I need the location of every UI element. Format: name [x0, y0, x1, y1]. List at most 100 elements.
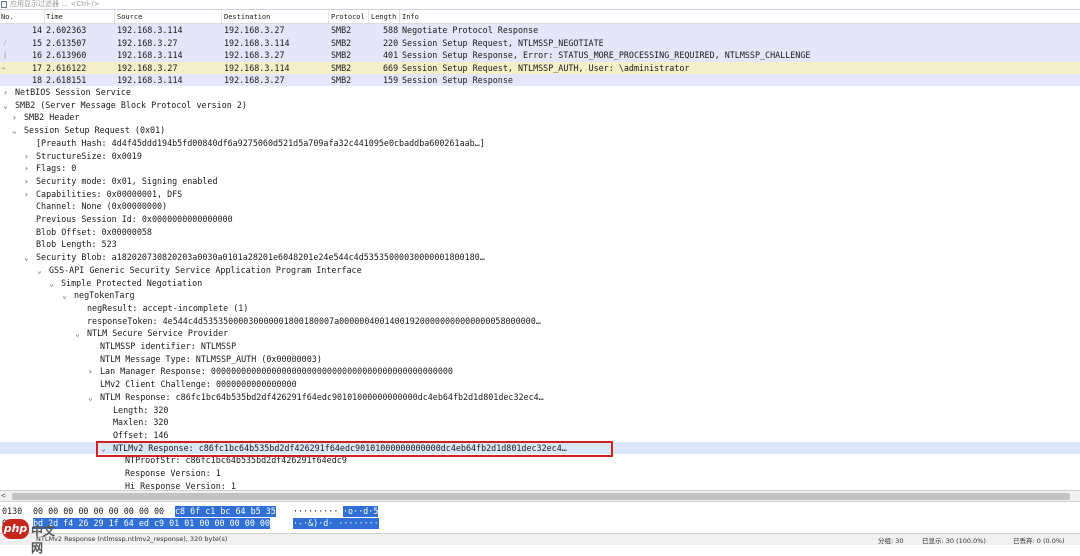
- expander-icon[interactable]: ⌄: [49, 278, 61, 291]
- tree-item[interactable]: Maxlen: 320: [101, 416, 168, 429]
- packet-time: 2.616122: [46, 62, 87, 73]
- scroll-left-icon[interactable]: <: [1, 491, 6, 501]
- ascii-bytes-highlighted[interactable]: ·-·&)·d· ········: [293, 518, 379, 529]
- tree-item[interactable]: NTLM Message Type: NTLMSSP_AUTH (0x00000…: [88, 353, 322, 366]
- tree-item[interactable]: ⌄ negTokenTarg: [62, 289, 135, 302]
- display-filter-bar[interactable]: 应用显示过滤器 … <Ctrl-/>: [0, 0, 1080, 10]
- tree-item[interactable]: ⌄ Simple Protected Negotiation: [49, 277, 202, 290]
- tree-item[interactable]: negResult: accept-incomplete (1): [75, 302, 248, 315]
- tree-item-label: StructureSize: 0x0019: [36, 150, 142, 161]
- packet-info: Session Setup Request, NTLMSSP_NEGOTIATE: [402, 37, 604, 48]
- tree-item-label: negResult: accept-incomplete (1): [87, 302, 249, 313]
- bookmark-filter-icon[interactable]: [1, 1, 7, 8]
- tree-item[interactable]: ⌄ NTLM Response: c86fc1bc64b535bd2df42629…: [88, 391, 544, 404]
- tree-item[interactable]: ⌄ NTLM Secure Service Provider: [75, 327, 228, 340]
- expander-icon[interactable]: ⌄: [75, 328, 87, 341]
- packet-no: 17: [32, 62, 43, 73]
- tree-item[interactable]: › SMB2 Header: [12, 111, 79, 124]
- details-horizontal-scrollbar[interactable]: <: [0, 490, 1080, 502]
- tree-item[interactable]: Length: 320: [101, 404, 168, 417]
- scrollbar-thumb[interactable]: [12, 493, 1070, 500]
- packet-no: 16: [32, 50, 43, 61]
- packet-source: 192.168.3.114: [117, 25, 183, 35]
- tree-item[interactable]: ⌄ Session Setup Request (0x01): [12, 124, 165, 137]
- tree-item[interactable]: Previous Session Id: 0x0000000000000000: [24, 213, 233, 226]
- tree-item-label: NTLM Response: c86fc1bc64b535bd2df426291…: [100, 391, 544, 402]
- packet-no: 15: [32, 37, 43, 48]
- tree-item[interactable]: › Lan Manager Response: 00000000000000000…: [88, 365, 453, 378]
- tree-item[interactable]: ⌄ Security Blob: a182020730820203a0030a01…: [24, 251, 485, 264]
- column-header-no[interactable]: No.: [1, 13, 14, 21]
- column-header-protocol[interactable]: Protocol: [331, 13, 365, 21]
- tree-item-label: Simple Protected Negotiation: [61, 277, 203, 288]
- packet-protocol: SMB2: [331, 50, 352, 61]
- packet-list-pane[interactable]: No. Time Source Destination Protocol Len…: [0, 10, 1080, 87]
- ascii-bytes[interactable]: ·········: [293, 506, 338, 517]
- tree-item-label: negTokenTarg: [74, 290, 135, 301]
- tree-item[interactable]: ⌄ GSS-API Generic Security Service Applic…: [37, 264, 362, 277]
- tree-item-label: responseToken: 4e544c4d53535000030000001…: [87, 315, 541, 326]
- status-packet-count: 分组: 30: [878, 537, 904, 545]
- expander-icon[interactable]: ⌄: [12, 125, 24, 138]
- packet-row-selected[interactable]: → 17 2.616122 192.168.3.27 192.168.3.114…: [0, 61, 1080, 75]
- packet-destination: 192.168.3.27: [224, 25, 285, 35]
- expander-icon[interactable]: ⌄: [88, 392, 100, 405]
- php-logo: php: [2, 519, 29, 539]
- tree-item[interactable]: ⌄ SMB2 (Server Message Block Protocol ver…: [3, 99, 247, 112]
- column-header-info[interactable]: Info: [402, 13, 419, 21]
- tree-item[interactable]: › NetBIOS Session Service: [3, 86, 131, 99]
- packet-length: 401: [383, 50, 399, 61]
- tree-item[interactable]: [Preauth Hash: 4d4f45ddd194b5fd00840df6a…: [24, 137, 485, 150]
- packet-row[interactable]: 14 2.602363 192.168.3.114 192.168.3.27 S…: [0, 24, 1080, 37]
- hex-bytes[interactable]: 00 00 00 00 00 00 00 00 00: [33, 506, 164, 517]
- expander-icon[interactable]: ⌄: [62, 290, 74, 303]
- related-packet-icon: ⁄: [3, 38, 8, 47]
- hex-bytes-highlighted[interactable]: bd 2d f4 26 29 1f 64 ed c9 01 01 00 00 0…: [33, 518, 270, 529]
- packet-info: Session Setup Request, NTLMSSP_AUTH, Use…: [402, 62, 690, 73]
- ascii-bytes-highlighted[interactable]: ·o··d·5: [343, 506, 379, 517]
- tree-item[interactable]: Offset: 146: [101, 429, 168, 442]
- tree-item-label: Offset: 146: [113, 429, 169, 440]
- display-filter-input[interactable]: 应用显示过滤器 … <Ctrl-/>: [10, 0, 100, 9]
- tree-item[interactable]: NTLMSSP identifier: NTLMSSP: [88, 340, 236, 353]
- tree-item-label: Response Version: 1: [125, 468, 221, 478]
- packet-row[interactable]: ⁄ 15 2.613507 192.168.3.27 192.168.3.114…: [0, 36, 1080, 50]
- current-packet-arrow-icon: →: [1, 63, 6, 72]
- packet-length: 588: [383, 25, 399, 35]
- tree-item[interactable]: › Security mode: 0x01, Signing enabled: [24, 175, 218, 188]
- packet-details-pane[interactable]: › NetBIOS Session Service ⌄ SMB2 (Server M…: [0, 86, 1080, 490]
- tree-item[interactable]: Blob Length: 523: [24, 238, 117, 251]
- packet-protocol: SMB2: [331, 25, 352, 35]
- tree-item[interactable]: › StructureSize: 0x0019: [24, 150, 142, 163]
- tree-item-label: LMv2 Client Challenge: 0000000000000000: [100, 379, 297, 390]
- column-header-length[interactable]: Length: [371, 13, 396, 21]
- tree-item-label: Maxlen: 320: [113, 417, 169, 428]
- packet-row[interactable]: | 16 2.613960 192.168.3.114 192.168.3.27…: [0, 49, 1080, 62]
- tree-item[interactable]: LMv2 Client Challenge: 0000000000000000: [88, 378, 297, 391]
- tree-item-label: Blob Length: 523: [36, 239, 117, 250]
- tree-item[interactable]: Blob Offset: 0x00000058: [24, 226, 152, 239]
- packet-list-header: No. Time Source Destination Protocol Len…: [0, 10, 1080, 24]
- status-field-info: NTLMv2 Response (ntlmssp.ntlmv2_response…: [36, 535, 228, 543]
- tree-item-label: NetBIOS Session Service: [15, 87, 131, 97]
- packet-length: 669: [383, 62, 399, 73]
- packet-time: 2.602363: [46, 25, 87, 35]
- column-header-source[interactable]: Source: [117, 13, 142, 21]
- expander-icon[interactable]: ⌄: [37, 265, 49, 278]
- tree-item[interactable]: › Capabilities: 0x00000001, DFS: [24, 188, 182, 201]
- column-header-time[interactable]: Time: [46, 13, 63, 21]
- related-packet-icon: |: [3, 51, 8, 60]
- tree-item[interactable]: › Flags: 0: [24, 162, 76, 175]
- tree-item[interactable]: Response Version: 1: [113, 467, 221, 480]
- tree-item[interactable]: Hi Response Version: 1: [113, 480, 236, 490]
- tree-item[interactable]: Channel: None (0x00000000): [24, 200, 167, 213]
- tree-item-label: Capabilities: 0x00000001, DFS: [36, 188, 183, 199]
- tree-item[interactable]: responseToken: 4e544c4d53535000030000001…: [75, 315, 541, 328]
- tree-item-label: SMB2 Header: [24, 112, 80, 123]
- hex-bytes-highlighted[interactable]: c8 6f c1 bc 64 b5 35: [175, 506, 276, 517]
- column-header-destination[interactable]: Destination: [224, 13, 270, 21]
- expander-icon[interactable]: ⌄: [24, 252, 36, 265]
- packet-bytes-pane[interactable]: 0130 00 00 00 00 00 00 00 00 00 c8 6f c1…: [0, 503, 1080, 533]
- packet-destination: 192.168.3.114: [224, 62, 290, 73]
- packet-info: Session Setup Response, Error: STATUS_MO…: [402, 50, 811, 61]
